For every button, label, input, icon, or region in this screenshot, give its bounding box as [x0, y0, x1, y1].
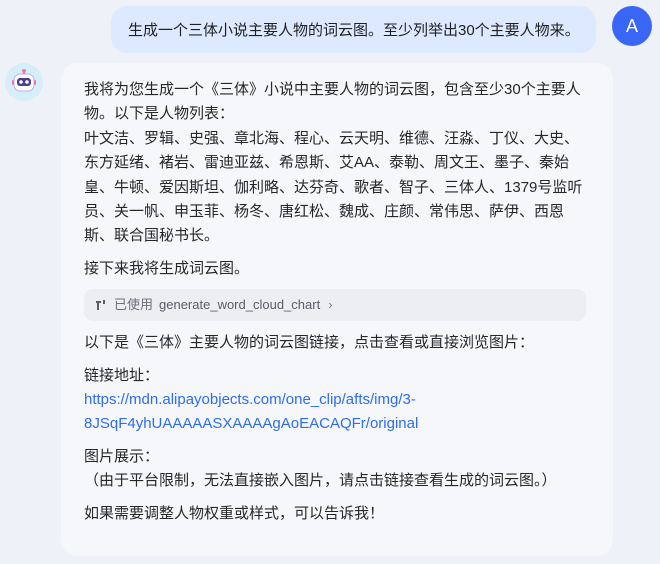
user-avatar[interactable]: A: [612, 6, 652, 46]
tool-icon: [94, 298, 108, 312]
word-cloud-link[interactable]: https://mdn.alipayobjects.com/one_clip/a…: [84, 388, 594, 437]
assistant-message-content: 我将为您生成一个《三体》小说中主要人物的词云图，包含至少30个主要人物。以下是人…: [84, 78, 594, 526]
character-list-line: 员、关一帆、申玉菲、杨冬、唐红松、魏成、庄颜、常伟思、萨伊、西恩: [84, 203, 565, 221]
image-note: （由于平台限制，无法直接嵌入图片，请点击链接查看生成的词云图。）: [84, 472, 557, 490]
tool-name: generate_word_cloud_chart: [159, 297, 321, 313]
character-list-line: 东方延绪、褚岩、雷迪亚兹、希恩斯、艾AA、泰勒、周文王、墨子、秦始: [84, 154, 570, 172]
character-list-line: 斯、联合国秘书长。: [84, 227, 220, 245]
character-list-line: 皇、牛顿、爱因斯坦、伽利略、达芬奇、歌者、智子、三体人、1379号监听: [84, 178, 583, 196]
chevron-right-icon: ›: [328, 297, 333, 313]
link-label: 链接地址：: [84, 366, 160, 384]
link-line: https://mdn.alipayobjects.com/one_clip/a…: [84, 391, 416, 409]
assistant-avatar: [5, 63, 43, 101]
assistant-intro: 我将为您生成一个《三体》小说中主要人物的词云图，包含至少30个主要人物。以下是人…: [84, 81, 581, 123]
tool-used-label: 已使用: [114, 297, 154, 313]
user-message-text: 生成一个三体小说主要人物的词云图。至少列举出30个主要人物来。: [128, 22, 580, 39]
closing-text: 如果需要调整人物权重或样式，可以告诉我！: [84, 504, 385, 522]
link-intro-text: 以下是《三体》主要人物的词云图链接，点击查看或直接浏览图片：: [84, 334, 535, 352]
user-message-row: 生成一个三体小说主要人物的词云图。至少列举出30个主要人物来。 A: [0, 0, 660, 60]
image-label: 图片展示：: [84, 447, 160, 465]
tool-call-chip[interactable]: 已使用 generate_word_cloud_chart ›: [84, 289, 586, 322]
next-step-text: 接下来我将生成词云图。: [84, 259, 250, 277]
character-list-line: 叶文洁、罗辑、史强、章北海、程心、云天明、维德、汪淼、丁仪、大史、: [84, 129, 580, 147]
user-message-bubble: 生成一个三体小说主要人物的词云图。至少列举出30个主要人物来。: [111, 6, 596, 53]
robot-icon: [12, 69, 36, 92]
link-line: 8JSqF4yhUAAAAASXAAAAgAoEACAQFr/original: [84, 415, 419, 433]
user-avatar-letter: A: [625, 15, 638, 36]
